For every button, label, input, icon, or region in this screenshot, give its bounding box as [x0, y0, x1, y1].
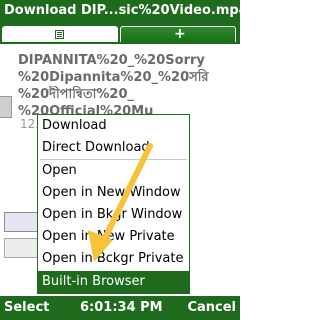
file-name-line: %20Dipannita%20_%20সরি	[18, 70, 209, 85]
menu-item-built-in-browser[interactable]: Built-in Browser	[38, 271, 189, 293]
window-title: Download DIP...sic%20Video.mp4	[4, 3, 248, 18]
file-name: DIPANNITA%20_%20Sorry %20Dipannita%20_%2…	[18, 52, 228, 120]
cancel-softkey[interactable]: Cancel	[187, 300, 236, 315]
list-icon	[55, 30, 64, 39]
menu-item-open-new-private[interactable]: Open in New Private	[38, 226, 189, 248]
secondary-button[interactable]	[4, 238, 38, 258]
tab-list[interactable]	[2, 26, 118, 42]
file-name-line: %20দীপান্বিতা%20_	[18, 87, 135, 102]
menu-item-download[interactable]: Download	[38, 115, 189, 137]
tab-add[interactable]: +	[120, 26, 236, 42]
save-button[interactable]	[4, 212, 38, 232]
menu-item-open-bkgr-window[interactable]: Open in Bkgr Window	[38, 204, 189, 226]
clock: 6:01:34 PM	[80, 300, 163, 315]
tab-bar: +	[0, 24, 240, 44]
file-name-line: DIPANNITA%20_%20Sorry	[18, 53, 205, 68]
menu-item-direct-download[interactable]: Direct Download	[38, 137, 189, 159]
menu-item-open-new-window[interactable]: Open in New Window	[38, 182, 189, 204]
select-softkey[interactable]: Select	[4, 300, 49, 315]
scroll-handle[interactable]	[0, 96, 12, 118]
menu-item-open[interactable]: Open	[38, 160, 189, 182]
plus-icon: +	[174, 26, 186, 42]
softkey-bar: Select 6:01:34 PM Cancel	[0, 296, 240, 320]
menu-item-open-bckgr-private[interactable]: Open in Bckgr Private	[38, 248, 189, 270]
context-menu: Download Direct Download Open Open in Ne…	[37, 114, 190, 294]
title-bar: Download DIP...sic%20Video.mp4	[0, 0, 248, 24]
